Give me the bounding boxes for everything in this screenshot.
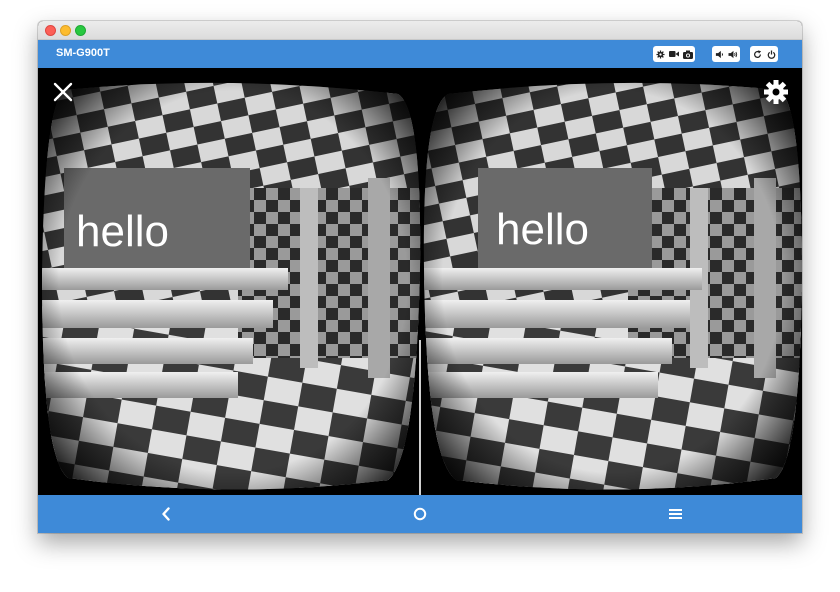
camera-icon[interactable] [681, 46, 695, 62]
close-window-button[interactable] [45, 25, 56, 36]
capture-controls [653, 46, 695, 62]
menu-icon [668, 509, 682, 519]
emulator-window: SM-G900T [38, 21, 802, 533]
back-button[interactable] [148, 495, 184, 533]
recents-button[interactable] [657, 495, 693, 533]
rotate-icon[interactable] [750, 46, 764, 62]
device-header: SM-G900T [38, 40, 802, 68]
device-controls [750, 46, 778, 62]
stereo-vr-view: hello hello [42, 80, 802, 495]
home-button[interactable] [402, 495, 438, 533]
android-nav-bar [38, 495, 802, 533]
maximize-window-button[interactable] [75, 25, 86, 36]
power-icon[interactable] [764, 46, 778, 62]
left-eye-view: hello [42, 82, 421, 490]
settings-gear-icon[interactable] [764, 80, 788, 104]
device-name: SM-G900T [56, 47, 110, 59]
volume-down-icon[interactable] [712, 46, 726, 62]
minimize-window-button[interactable] [60, 25, 71, 36]
gear-icon[interactable] [653, 46, 667, 62]
volume-up-icon[interactable] [726, 46, 740, 62]
chevron-left-icon [162, 507, 170, 521]
video-camera-icon[interactable] [667, 46, 681, 62]
window-titlebar [38, 21, 802, 40]
vr-screen[interactable]: hello hello [38, 68, 802, 495]
circle-icon [413, 507, 427, 521]
right-eye-view: hello [423, 82, 802, 490]
volume-controls [712, 46, 740, 62]
